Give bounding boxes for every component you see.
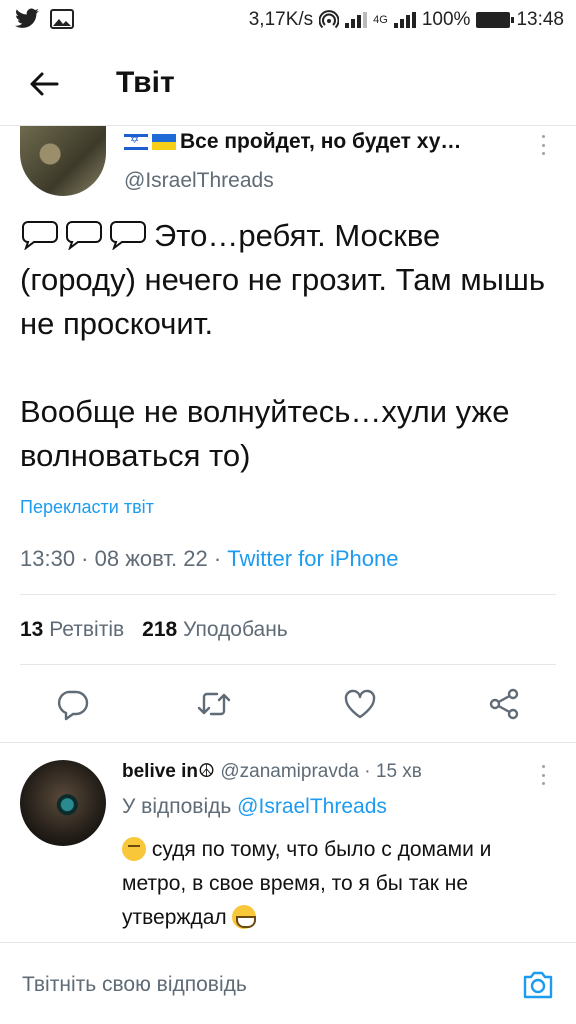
heart-icon [344, 689, 376, 719]
divider [20, 594, 556, 595]
israel-flag-icon [124, 133, 148, 150]
twitter-notification-icon [15, 8, 39, 28]
app-header: Твіт [0, 40, 576, 126]
reply-author-name[interactable]: belive in☮ [122, 761, 215, 782]
arrow-left-icon [30, 72, 59, 96]
tweet-paragraph-2: Вообще не волнуйтесь…хули уже волноватьс… [20, 394, 510, 473]
reply-composer: Твітніть свою відповідь [0, 942, 576, 1024]
reply-to-mention[interactable]: @IsraelThreads [237, 795, 387, 818]
retweet-button[interactable] [194, 684, 234, 724]
retweets-count: 13 [20, 618, 44, 641]
battery-percent: 100% [421, 9, 471, 30]
camera-icon [523, 971, 553, 999]
reply-to-line: У відповідь @IsraelThreads [122, 795, 387, 819]
reply-author-handle[interactable]: @zanamipravda [220, 761, 359, 782]
share-button[interactable] [484, 684, 524, 724]
reply-text: судя по тому, что было с домами и метро,… [122, 838, 492, 929]
network-type: 4G [373, 14, 388, 26]
tweet-time: 13:30 [20, 546, 76, 571]
retweets-label: Ретвітів [49, 618, 125, 641]
author-name-row[interactable]: Все пройдет, но будет ху… [124, 130, 494, 154]
status-bar: 3,17K/s 4G 100% 13:48 [0, 0, 576, 40]
grinning-face-icon [232, 905, 257, 929]
tweet-date: 08 жовт. 22 [94, 546, 208, 571]
battery-icon [476, 12, 515, 28]
thought-bubbles [20, 218, 148, 250]
reply-time: 15 хв [375, 761, 422, 782]
reply-body: судя по тому, что было с домами и метро,… [122, 833, 560, 935]
more-vertical-icon[interactable] [533, 762, 553, 788]
thought-bubble-icon [22, 221, 58, 250]
ukraine-flag-icon [152, 134, 176, 150]
hotspot-icon [319, 10, 340, 29]
tweet-stats: 13 Ретвітів 218 Уподобань [20, 618, 288, 642]
thought-bubble-icon [110, 221, 146, 250]
page-title: Твіт [116, 66, 175, 99]
author-handle[interactable]: @IsraelThreads [124, 169, 274, 193]
gallery-notification-icon [50, 9, 74, 29]
camera-button[interactable] [520, 967, 556, 1003]
tweet-body: Это…ребят. Москве (городу) нечего не гро… [20, 214, 556, 478]
tweet-paragraph-1: Это…ребят. Москве (городу) нечего не гро… [20, 214, 556, 346]
translate-tweet-link[interactable]: Перекласти твіт [20, 497, 154, 518]
tweet-source-link[interactable]: Twitter for iPhone [227, 546, 398, 571]
tweet-action-bar [0, 680, 576, 730]
tweet-meta: 13:30 · 08 жовт. 22 · Twitter for iPhone [20, 546, 399, 571]
reply-button[interactable] [52, 684, 92, 724]
back-button[interactable] [22, 62, 66, 106]
reply-input[interactable]: Твітніть свою відповідь [22, 973, 247, 997]
author-flags [124, 130, 176, 154]
reply-to-prefix: У відповідь [122, 795, 232, 818]
author-name: Все пройдет, но будет ху… [180, 130, 462, 153]
signal-sim2-icon [393, 12, 416, 28]
more-vertical-icon[interactable] [533, 132, 553, 158]
divider [20, 664, 556, 665]
clock: 13:48 [516, 9, 564, 30]
reply-icon [57, 690, 89, 721]
author-avatar[interactable] [20, 126, 106, 196]
thinking-face-icon [122, 837, 146, 861]
like-button[interactable] [340, 684, 380, 724]
likes-stat[interactable]: 218 Уподобань [142, 618, 288, 641]
reply-header: belive in☮ @zanamipravda · 15 хв [122, 761, 422, 782]
retweet-icon [197, 692, 231, 716]
likes-label: Уподобань [183, 618, 288, 641]
network-speed: 3,17K/s [248, 9, 314, 30]
thought-bubble-icon [66, 221, 102, 250]
likes-count: 218 [142, 618, 178, 641]
signal-sim1-icon [345, 12, 368, 28]
retweets-stat[interactable]: 13 Ретвітів [20, 618, 124, 641]
reply-author-avatar[interactable] [20, 760, 106, 846]
divider [0, 742, 576, 743]
share-icon [489, 688, 519, 720]
